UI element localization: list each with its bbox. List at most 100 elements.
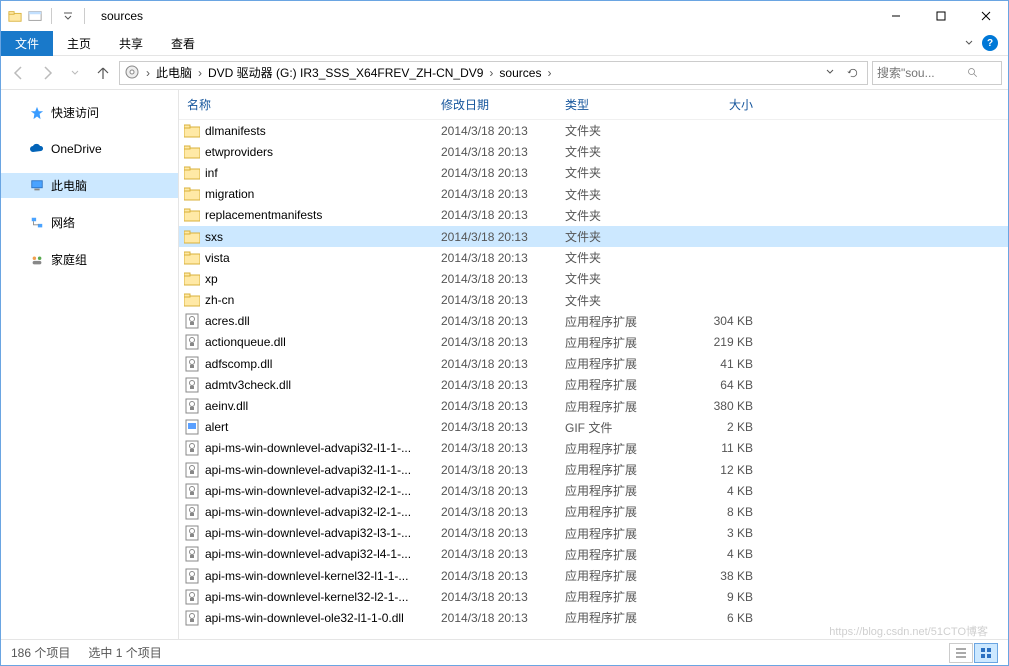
sidebar-item-thispc[interactable]: 此电脑 [1,173,178,198]
file-date: 2014/3/18 20:13 [441,208,565,222]
file-row[interactable]: admtv3check.dll2014/3/18 20:13应用程序扩展64 K… [179,374,1008,395]
file-icon [183,462,201,478]
file-row[interactable]: api-ms-win-downlevel-kernel32-l2-1-...20… [179,586,1008,607]
file-row[interactable]: api-ms-win-downlevel-kernel32-l1-1-...20… [179,565,1008,586]
file-icon [183,610,201,626]
network-icon [29,215,45,231]
chevron-right-icon[interactable]: › [144,66,152,80]
file-date: 2014/3/18 20:13 [441,357,565,371]
minimize-button[interactable] [873,1,918,31]
file-row[interactable]: adfscomp.dll2014/3/18 20:13应用程序扩展41 KB [179,353,1008,374]
file-name: sxs [205,230,441,244]
col-header-date[interactable]: 修改日期 [441,96,565,113]
file-row[interactable]: vista2014/3/18 20:13文件夹 [179,247,1008,268]
maximize-button[interactable] [918,1,963,31]
forward-button[interactable] [35,61,59,85]
file-date: 2014/3/18 20:13 [441,399,565,413]
address-dropdown-icon[interactable] [819,65,841,81]
refresh-icon[interactable] [841,65,865,81]
tab-view[interactable]: 查看 [157,31,209,56]
file-row[interactable]: api-ms-win-downlevel-advapi32-l1-1-...20… [179,459,1008,480]
sidebar-label: 家庭组 [51,251,87,268]
chevron-right-icon[interactable]: › [487,66,495,80]
file-date: 2014/3/18 20:13 [441,547,565,561]
chevron-right-icon[interactable]: › [545,66,553,80]
close-button[interactable] [963,1,1008,31]
file-row[interactable]: replacementmanifests2014/3/18 20:13文件夹 [179,205,1008,226]
qat-dropdown-icon[interactable] [60,8,76,24]
search-box[interactable] [872,61,1002,85]
file-row[interactable]: api-ms-win-downlevel-advapi32-l1-1-...20… [179,438,1008,459]
file-type: 文件夹 [565,143,683,160]
file-size: 9 KB [683,590,753,604]
file-row[interactable]: dlmanifests2014/3/18 20:13文件夹 [179,120,1008,141]
tab-home[interactable]: 主页 [53,31,105,56]
recent-dropdown-icon[interactable] [63,61,87,85]
file-row[interactable]: sxs2014/3/18 20:13文件夹 [179,226,1008,247]
ribbon-expand-icon[interactable] [964,38,974,48]
titlebar: sources [1,1,1008,31]
up-button[interactable] [91,61,115,85]
file-size: 304 KB [683,314,753,328]
sidebar-item-homegroup[interactable]: 家庭组 [1,247,178,272]
folder-icon [183,229,201,245]
folder-flag-icon [7,8,23,24]
breadcrumb-item[interactable]: sources [495,64,545,82]
file-row[interactable]: api-ms-win-downlevel-advapi32-l3-1-...20… [179,523,1008,544]
breadcrumb-item[interactable]: DVD 驱动器 (G:) IR3_SSS_X64FREV_ZH-CN_DV9 [204,62,487,83]
file-row[interactable]: api-ms-win-downlevel-ole32-l1-1-0.dll201… [179,607,1008,628]
file-type: 文件夹 [565,122,683,139]
breadcrumb-item[interactable]: 此电脑 [152,62,196,83]
sidebar-item-network[interactable]: 网络 [1,210,178,235]
file-date: 2014/3/18 20:13 [441,230,565,244]
file-icon [183,504,201,520]
file-row[interactable]: actionqueue.dll2014/3/18 20:13应用程序扩展219 … [179,332,1008,353]
file-list[interactable]: dlmanifests2014/3/18 20:13文件夹etwprovider… [179,120,1008,639]
address-bar[interactable]: › 此电脑 › DVD 驱动器 (G:) IR3_SSS_X64FREV_ZH-… [119,61,868,85]
file-row[interactable]: api-ms-win-downlevel-advapi32-l4-1-...20… [179,544,1008,565]
computer-icon [29,178,45,194]
file-type: 应用程序扩展 [565,376,683,393]
file-row[interactable]: zh-cn2014/3/18 20:13文件夹 [179,290,1008,311]
search-input[interactable] [877,66,967,80]
file-row[interactable]: migration2014/3/18 20:13文件夹 [179,184,1008,205]
view-details-button[interactable] [949,643,973,663]
file-size: 12 KB [683,463,753,477]
file-row[interactable]: aeinv.dll2014/3/18 20:13应用程序扩展380 KB [179,395,1008,416]
file-type: 应用程序扩展 [565,398,683,415]
file-row[interactable]: api-ms-win-downlevel-advapi32-l2-1-...20… [179,480,1008,501]
file-name: api-ms-win-downlevel-advapi32-l2-1-... [205,505,441,519]
file-icon [183,398,201,414]
chevron-right-icon[interactable]: › [196,66,204,80]
file-type: 应用程序扩展 [565,546,683,563]
tab-file[interactable]: 文件 [1,31,53,56]
file-row[interactable]: acres.dll2014/3/18 20:13应用程序扩展304 KB [179,311,1008,332]
file-date: 2014/3/18 20:13 [441,145,565,159]
view-icons-button[interactable] [974,643,998,663]
file-type: 应用程序扩展 [565,588,683,605]
file-date: 2014/3/18 20:13 [441,378,565,392]
file-row[interactable]: etwproviders2014/3/18 20:13文件夹 [179,141,1008,162]
file-date: 2014/3/18 20:13 [441,187,565,201]
status-selected: 选中 1 个项目 [88,644,161,661]
col-header-type[interactable]: 类型 [565,96,683,113]
back-button[interactable] [7,61,31,85]
col-header-name[interactable]: 名称 [183,96,441,113]
file-size: 64 KB [683,378,753,392]
sidebar-item-quickaccess[interactable]: 快速访问 [1,100,178,125]
file-type: 应用程序扩展 [565,461,683,478]
tab-share[interactable]: 共享 [105,31,157,56]
file-row[interactable]: api-ms-win-downlevel-advapi32-l2-1-...20… [179,501,1008,522]
file-row[interactable]: inf2014/3/18 20:13文件夹 [179,162,1008,183]
file-name: acres.dll [205,314,441,328]
sidebar-item-onedrive[interactable]: OneDrive [1,137,178,161]
file-name: actionqueue.dll [205,335,441,349]
file-name: etwproviders [205,145,441,159]
file-row[interactable]: alert2014/3/18 20:13GIF 文件2 KB [179,417,1008,438]
file-name: api-ms-win-downlevel-advapi32-l1-1-... [205,463,441,477]
file-name: xp [205,272,441,286]
file-row[interactable]: xp2014/3/18 20:13文件夹 [179,268,1008,289]
file-name: api-ms-win-downlevel-advapi32-l3-1-... [205,526,441,540]
col-header-size[interactable]: 大小 [683,96,753,113]
help-icon[interactable]: ? [982,35,998,51]
